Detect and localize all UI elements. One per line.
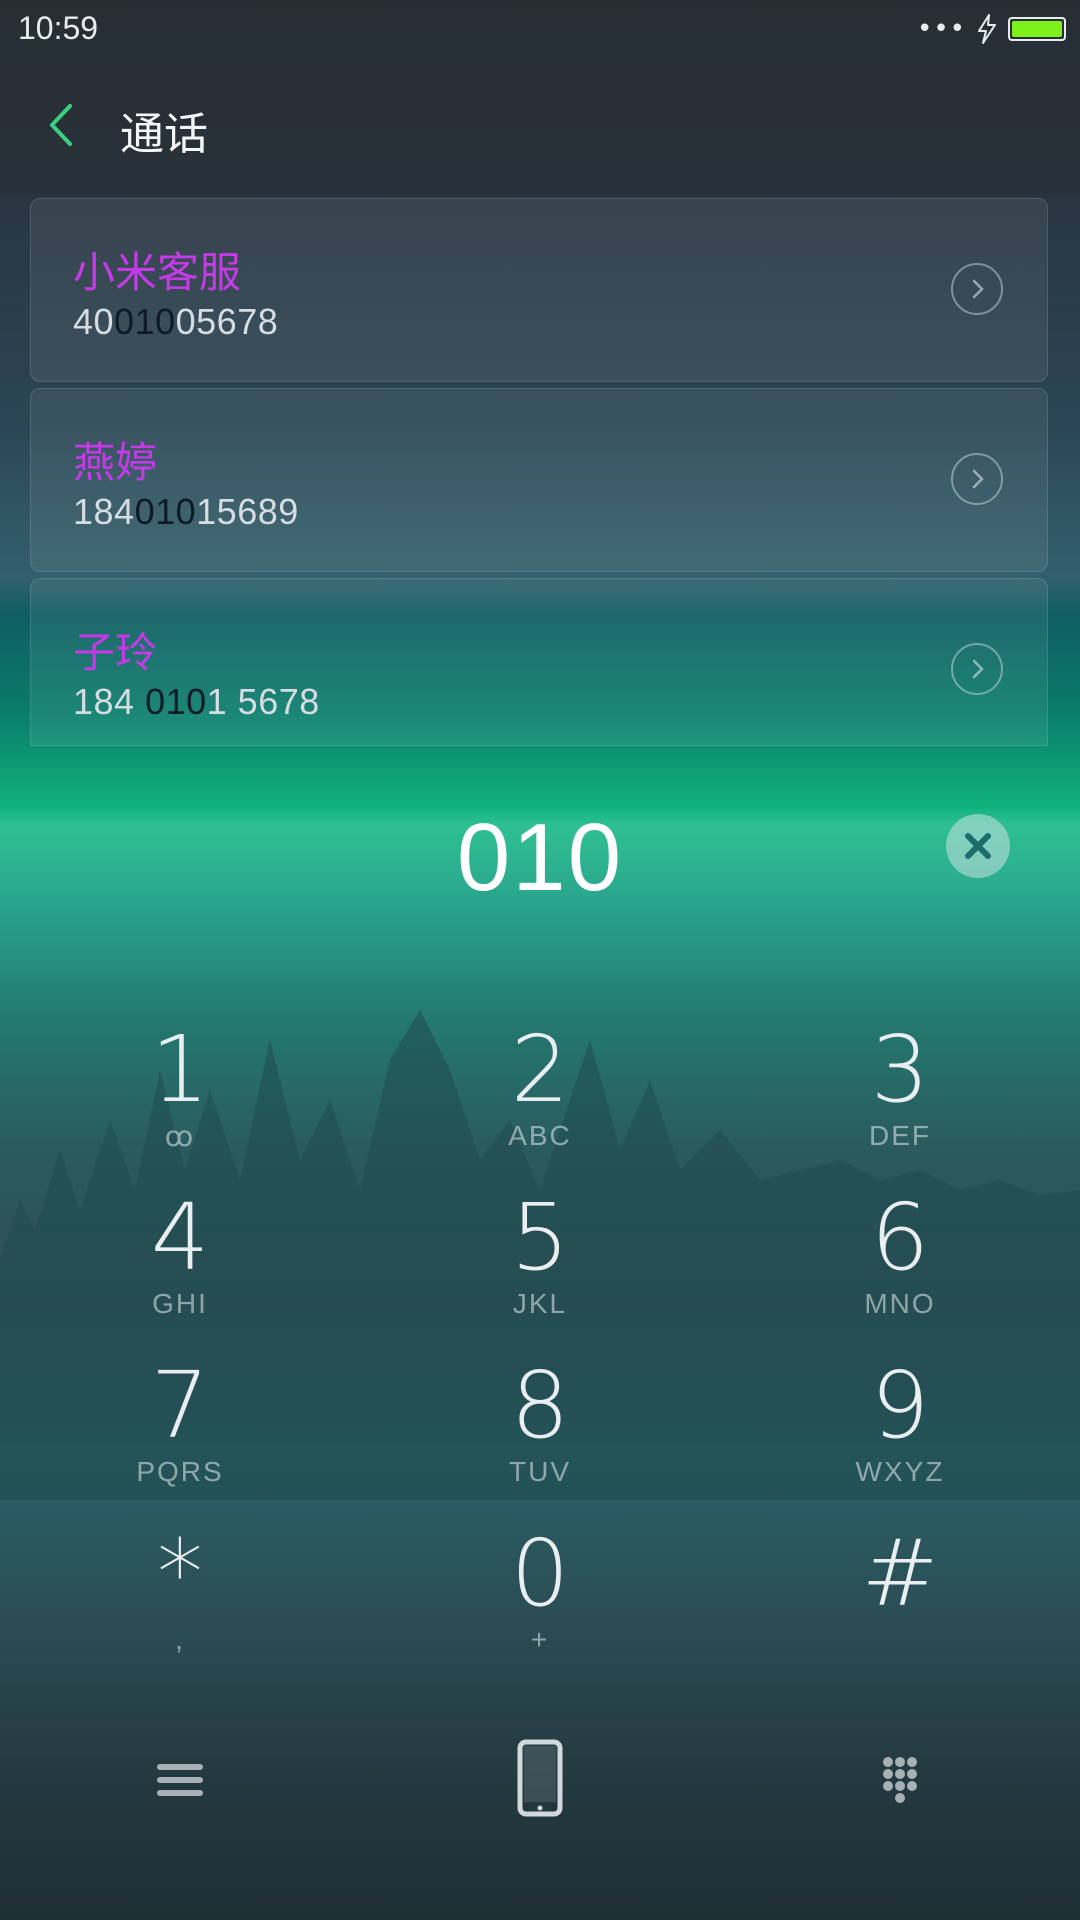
bottom-nav bbox=[0, 1720, 1080, 1870]
key-3[interactable]: 3 DEF bbox=[750, 1020, 1050, 1188]
dial-display: 010 bbox=[0, 748, 1080, 998]
back-button[interactable] bbox=[40, 100, 84, 150]
key-1[interactable]: 1 ꝏ bbox=[30, 1020, 330, 1188]
key-hash[interactable]: # bbox=[750, 1524, 1050, 1692]
battery-icon bbox=[1008, 17, 1066, 41]
chevron-right-icon bbox=[972, 279, 984, 299]
charging-bolt-icon bbox=[978, 14, 996, 44]
menu-icon bbox=[157, 1764, 203, 1796]
page-title: 通话 bbox=[120, 109, 208, 160]
menu-button[interactable] bbox=[120, 1720, 240, 1840]
contact-number: 4001005678 bbox=[73, 301, 279, 342]
key-5[interactable]: 5 JKL bbox=[390, 1188, 690, 1356]
contact-item[interactable]: 燕婷 18401015689 bbox=[30, 388, 1048, 572]
dial-keypad: 1 ꝏ 2 ABC 3 DEF 4 GHI 5 JKL 6 MNO 7 PQRS… bbox=[0, 1000, 1080, 1680]
dialpad-toggle-button[interactable] bbox=[840, 1720, 960, 1840]
contact-name: 燕婷 bbox=[73, 438, 158, 487]
key-8[interactable]: 8 TUV bbox=[390, 1356, 690, 1524]
contact-detail-button[interactable] bbox=[951, 643, 1003, 695]
clear-x-icon bbox=[965, 833, 991, 859]
phone-icon bbox=[517, 1739, 563, 1817]
contact-item[interactable]: 小米客服 4001005678 bbox=[30, 198, 1048, 382]
contact-detail-button[interactable] bbox=[951, 453, 1003, 505]
contact-number: 184 0101 5678 bbox=[73, 681, 320, 722]
contact-list: 小米客服 4001005678 燕婷 18401015689 子玲 184 01… bbox=[30, 198, 1048, 752]
battery-level bbox=[1012, 21, 1062, 37]
clear-button[interactable] bbox=[946, 814, 1010, 878]
contact-name: 子玲 bbox=[73, 628, 158, 677]
contact-detail-button[interactable] bbox=[951, 263, 1003, 315]
chevron-right-icon bbox=[972, 659, 984, 679]
key-4[interactable]: 4 GHI bbox=[30, 1188, 330, 1356]
key-6[interactable]: 6 MNO bbox=[750, 1188, 1050, 1356]
dialpad-icon bbox=[883, 1757, 917, 1803]
contact-item[interactable]: 子玲 184 0101 5678 bbox=[30, 578, 1048, 746]
key-7[interactable]: 7 PQRS bbox=[30, 1356, 330, 1524]
status-bar: 10:59 ••• bbox=[0, 0, 1080, 60]
key-star[interactable]: * , bbox=[30, 1524, 330, 1692]
signal-dots-icon: ••• bbox=[916, 14, 966, 44]
voicemail-icon: ꝏ bbox=[164, 1121, 196, 1152]
status-time: 10:59 bbox=[18, 10, 99, 46]
contact-number: 18401015689 bbox=[73, 491, 299, 532]
chevron-left-icon bbox=[50, 104, 72, 146]
contact-name: 小米客服 bbox=[73, 248, 242, 297]
app-header: 通话 bbox=[0, 60, 1080, 195]
key-0[interactable]: 0 + bbox=[390, 1524, 690, 1692]
key-2[interactable]: 2 ABC bbox=[390, 1020, 690, 1188]
chevron-right-icon bbox=[972, 469, 984, 489]
status-icons: ••• bbox=[917, 14, 1066, 44]
call-button[interactable] bbox=[480, 1720, 600, 1840]
key-9[interactable]: 9 WXYZ bbox=[750, 1356, 1050, 1524]
dialed-number: 010 bbox=[456, 804, 624, 911]
